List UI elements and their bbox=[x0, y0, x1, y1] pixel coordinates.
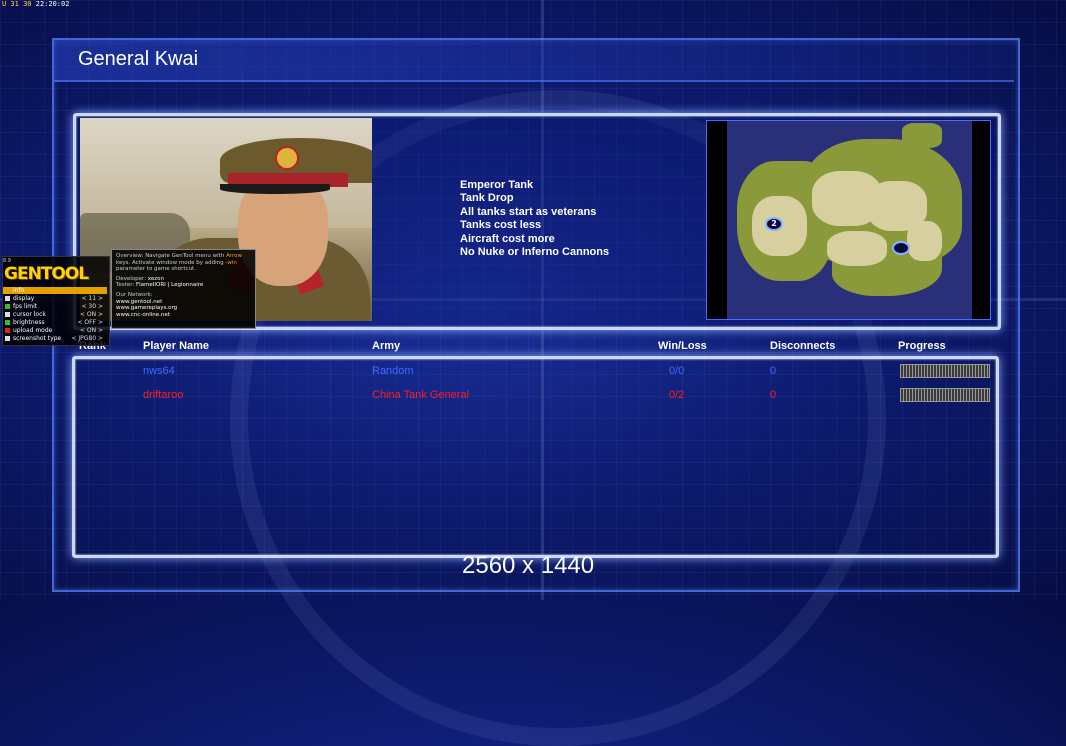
column-header-army: Army bbox=[372, 340, 401, 352]
gentool-menu-item-screenshot-type[interactable]: screenshot type < JPG80 > bbox=[5, 335, 105, 342]
player-name: nws64 bbox=[143, 365, 175, 377]
player-progress-bar bbox=[900, 388, 990, 402]
gentool-menu-item-fps-limit[interactable]: fps limit < 30 > bbox=[5, 303, 105, 310]
gentool-menu-item-display[interactable]: display < 11 > bbox=[5, 295, 105, 302]
players-table bbox=[72, 356, 999, 558]
menu-bullet-icon bbox=[5, 312, 10, 317]
gentool-link[interactable]: www.gamereplays.org bbox=[116, 305, 251, 312]
player-army: China Tank General bbox=[372, 389, 470, 401]
player-progress-bar bbox=[900, 364, 990, 378]
trait-item: Tanks cost less bbox=[460, 219, 542, 232]
menu-bullet-icon bbox=[5, 288, 10, 293]
hud-counters: U 31 30 bbox=[2, 0, 32, 8]
page-title: General Kwai bbox=[78, 48, 199, 70]
gentool-menu-item-brightness[interactable]: brightness < OFF > bbox=[5, 319, 105, 326]
trait-item: Emperor Tank bbox=[460, 179, 534, 191]
gentool-link[interactable]: www.gentool.net bbox=[116, 299, 251, 306]
gentool-menu-item-upload-mode[interactable]: upload mode < ON > bbox=[5, 327, 105, 334]
player-name: driftaroo bbox=[143, 389, 184, 401]
column-header-disconnects: Disconnects bbox=[770, 340, 836, 352]
player-winloss: 0/2 bbox=[669, 389, 685, 401]
column-header-player: Player Name bbox=[143, 340, 210, 352]
menu-bullet-icon bbox=[5, 336, 10, 341]
gentool-menu-item-info[interactable]: info bbox=[5, 287, 105, 294]
column-header-winloss: Win/Loss bbox=[658, 340, 707, 352]
map-preview: 2 bbox=[706, 120, 991, 320]
player-spawn-marker: 2 bbox=[765, 217, 783, 231]
menu-bullet-icon bbox=[5, 296, 10, 301]
trait-item: Tank Drop bbox=[460, 192, 514, 205]
menu-bullet-icon bbox=[5, 304, 10, 309]
general-traits-list: Emperor Tank Tank Drop All tanks start a… bbox=[460, 179, 609, 259]
player-army: Random bbox=[372, 365, 414, 377]
gentool-menu-item-cursor-lock[interactable]: cursor lock < ON > bbox=[5, 311, 105, 318]
player-disconnects: 0 bbox=[770, 389, 777, 401]
gentool-help-tooltip: Overview: Navigate GenTool menu with Arr… bbox=[111, 249, 256, 329]
player-spawn-marker bbox=[892, 241, 910, 255]
gentool-logo: GENTOOL bbox=[4, 264, 89, 284]
menu-bullet-icon bbox=[5, 320, 10, 325]
menu-bullet-icon bbox=[5, 328, 10, 333]
hud-clock: 22:20:02 bbox=[35, 0, 70, 8]
column-header-progress: Progress bbox=[898, 340, 946, 352]
resolution-label: 2560 x 1440 bbox=[462, 552, 595, 579]
player-disconnects: 0 bbox=[770, 365, 777, 377]
player-winloss: 0/0 bbox=[669, 365, 685, 377]
trait-item: All tanks start as veterans bbox=[460, 205, 597, 218]
trait-item: Aircraft cost more bbox=[460, 232, 555, 245]
trait-item: No Nuke or Inferno Cannons bbox=[460, 246, 610, 259]
gentool-link[interactable]: www.cnc-online.net bbox=[116, 312, 251, 319]
hud-stats: U 31 30 22:20:02 bbox=[2, 0, 69, 8]
